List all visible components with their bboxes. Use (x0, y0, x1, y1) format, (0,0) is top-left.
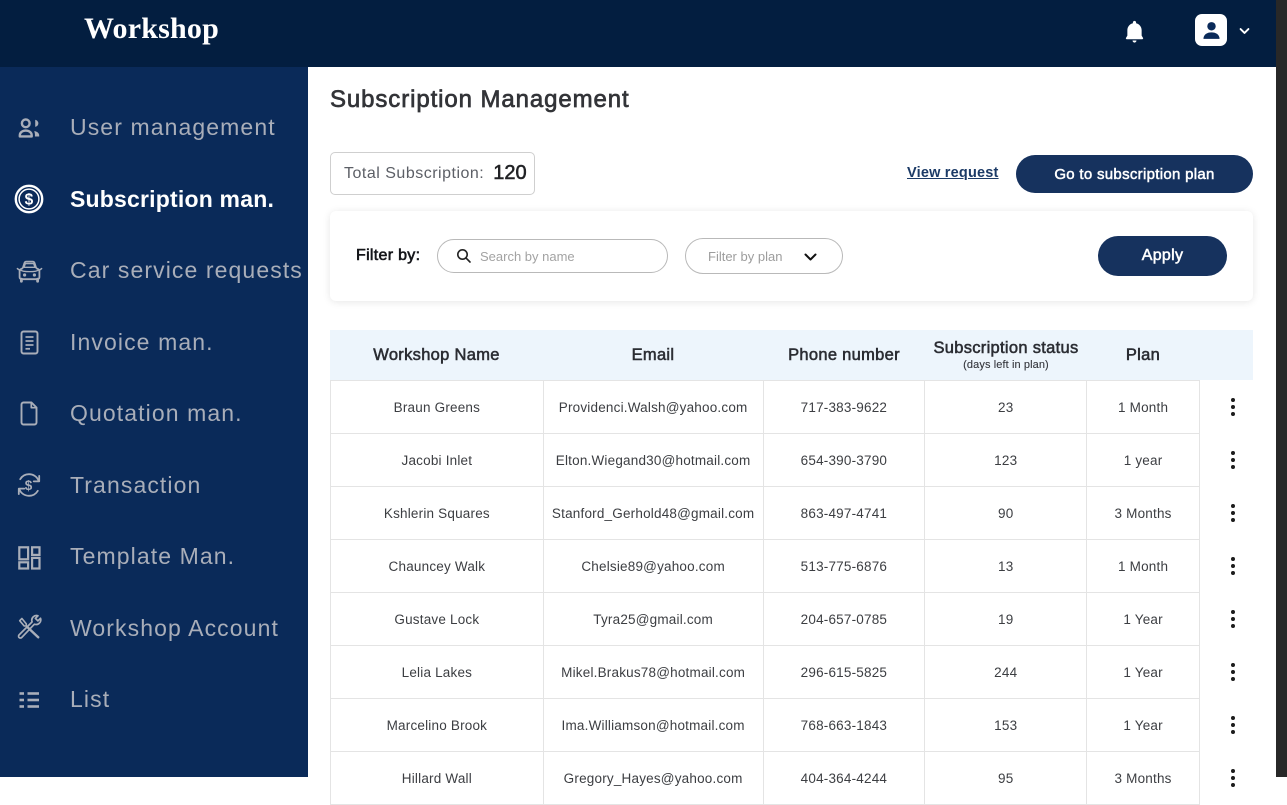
svg-text:$: $ (25, 478, 34, 493)
svg-text:$: $ (25, 192, 34, 209)
